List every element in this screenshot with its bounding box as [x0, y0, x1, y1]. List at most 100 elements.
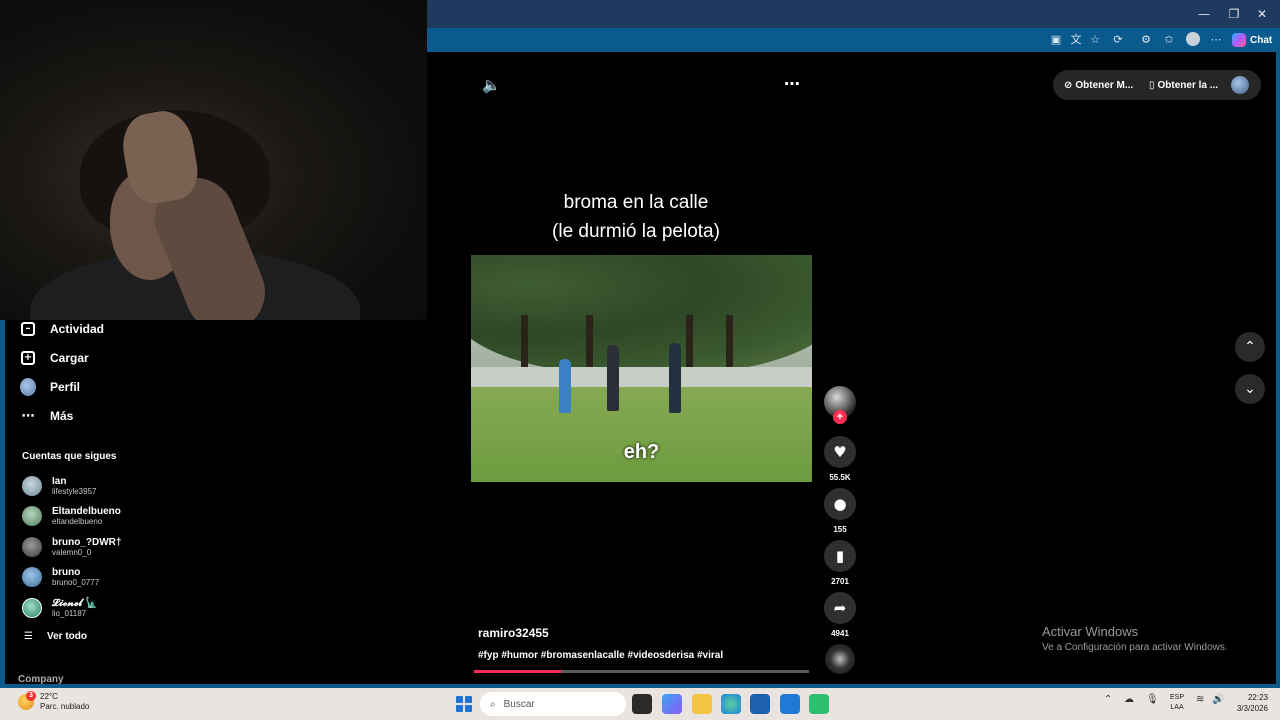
heart-icon: ♥: [833, 443, 847, 461]
chevron-up-icon[interactable]: ⌃: [1104, 694, 1112, 705]
coin-icon: ⊘: [1064, 79, 1073, 91]
avatar: [22, 598, 42, 618]
account-username: bruno0_0777: [52, 577, 100, 587]
notification-badge: 3: [26, 691, 36, 701]
start-icon[interactable]: [456, 696, 472, 712]
edge-icon[interactable]: [721, 694, 741, 714]
store-icon[interactable]: [750, 694, 770, 714]
more-options-icon[interactable]: ⋯: [782, 74, 802, 93]
bookmark-icon: ▮: [835, 547, 845, 565]
video-frame[interactable]: eh?: [471, 255, 812, 482]
split-screen-icon[interactable]: ▣: [1048, 32, 1064, 48]
following-account[interactable]: 𝓛𝓲𝓸𝓷𝓮𝓵 🗽 lio_01187: [22, 596, 98, 620]
get-coins-button[interactable]: ⊘ Obtener M...: [1064, 78, 1133, 92]
settings-more-icon[interactable]: ⋯: [1208, 32, 1224, 48]
video-scene-person: [559, 359, 571, 413]
clock-time: 22:23: [1247, 693, 1268, 702]
task-view-icon[interactable]: [632, 694, 652, 714]
sidebar-item-profile[interactable]: Perfil: [20, 377, 80, 397]
user-avatar[interactable]: [1231, 76, 1249, 94]
system-clock[interactable]: 22:23 3/3/2026: [1232, 692, 1268, 714]
copilot-app-icon[interactable]: [662, 694, 682, 714]
following-account[interactable]: Eltandelbueno eltandelbueno: [22, 504, 121, 528]
weather-icon: 3: [18, 691, 36, 710]
comment-button[interactable]: ●: [824, 488, 856, 520]
next-video-button[interactable]: ⌄: [1235, 374, 1265, 404]
favorite-star-icon[interactable]: ☆: [1087, 32, 1103, 48]
account-name: bruno_?DWR†: [52, 536, 122, 548]
translate-icon[interactable]: 文: [1068, 32, 1084, 48]
weather-text: Parc. nublado: [40, 702, 90, 711]
minimize-icon[interactable]: —: [1196, 6, 1212, 22]
account-name: Ian: [52, 475, 67, 487]
favorites-icon[interactable]: ✩: [1161, 32, 1177, 48]
previous-video-button[interactable]: ⌃: [1235, 332, 1265, 362]
phone-icon: ▯: [1149, 79, 1155, 91]
sidebar-item-label: Más: [50, 409, 74, 423]
close-icon[interactable]: ✕: [1254, 6, 1270, 22]
browser-profile-avatar[interactable]: [1186, 32, 1200, 46]
following-account[interactable]: bruno bruno0_0777: [22, 565, 99, 589]
copilot-chat-button[interactable]: Chat: [1232, 31, 1272, 49]
save-count: 2701: [831, 577, 849, 586]
weather-widget[interactable]: 3 22°C Parc. nublado: [18, 691, 90, 712]
share-icon: ➦: [833, 599, 847, 617]
input-language[interactable]: ESP LAA: [1170, 693, 1184, 713]
sidebar-item-upload[interactable]: + Cargar: [20, 348, 89, 368]
following-section-title: Cuentas que sigues: [22, 451, 117, 462]
windows-taskbar: 3 22°C Parc. nublado ⌕ Buscar ⌃ ☁ 🎙 ESP …: [0, 688, 1280, 720]
save-button[interactable]: ▮: [824, 540, 856, 572]
sidebar-item-label: Cargar: [50, 351, 89, 365]
like-count: 55.5K: [829, 473, 851, 482]
sidebar-item-more[interactable]: ⋯ Más: [20, 406, 74, 426]
chat-label: Chat: [1250, 34, 1273, 46]
extensions-icon[interactable]: ⚙: [1138, 32, 1154, 48]
windows-activation-watermark: Activar Windows Ve a Configuración para …: [1042, 624, 1228, 653]
upload-icon: +: [20, 350, 36, 366]
comment-count: 155: [833, 525, 847, 534]
file-explorer-icon[interactable]: [692, 694, 712, 714]
outlook-icon[interactable]: [780, 694, 800, 714]
avatar: [22, 506, 42, 526]
list-icon: ☰: [24, 631, 33, 642]
video-author[interactable]: ramiro32455: [478, 626, 549, 640]
music-disc-icon[interactable]: [825, 644, 855, 674]
like-button[interactable]: ♥: [824, 436, 856, 468]
video-scene-person: [607, 345, 619, 411]
video-scene-person: [669, 343, 681, 413]
refresh-icon[interactable]: ⟳: [1110, 32, 1126, 48]
account-name: Eltandelbueno: [52, 505, 121, 517]
volume-icon[interactable]: 🔈: [482, 76, 501, 94]
speaker-icon[interactable]: 🔊: [1212, 694, 1224, 705]
account-name: bruno: [52, 566, 81, 578]
taskbar-search[interactable]: ⌕ Buscar: [480, 692, 626, 716]
webcam-overlay: [0, 0, 427, 320]
maximize-icon[interactable]: ❐: [1226, 6, 1242, 22]
avatar: [22, 537, 42, 557]
watermark-subtitle: Ve a Configuración para activar Windows.: [1042, 642, 1228, 653]
footer-company-link[interactable]: Company: [18, 674, 64, 685]
account-name: 𝓛𝓲𝓸𝓷𝓮𝓵 🗽: [52, 597, 98, 609]
account-username: eltandelbueno: [52, 516, 103, 526]
follow-plus-button[interactable]: +: [833, 410, 847, 424]
onedrive-icon[interactable]: ☁: [1124, 694, 1134, 705]
video-progress-bar[interactable]: [474, 670, 809, 673]
see-all-button[interactable]: ☰ Ver todo: [24, 631, 87, 642]
watermark-title: Activar Windows: [1042, 624, 1139, 639]
chevron-down-icon: ⌄: [1244, 381, 1256, 397]
search-icon: ⌕: [490, 698, 496, 710]
video-hashtags[interactable]: #fyp #humor #bromasenlacalle #videosderi…: [478, 650, 723, 661]
sidebar-item-activity[interactable]: – Actividad: [20, 319, 104, 339]
app-icon[interactable]: [809, 694, 829, 714]
share-button[interactable]: ➦: [824, 592, 856, 624]
following-account[interactable]: bruno_?DWR† valemn0_0: [22, 535, 121, 559]
wifi-icon[interactable]: ≋: [1196, 694, 1204, 705]
get-app-button[interactable]: ▯ Obtener la ...: [1149, 78, 1218, 92]
chevron-up-icon: ⌃: [1244, 339, 1256, 355]
get-app-label: Obtener la ...: [1157, 79, 1219, 91]
following-account[interactable]: Ian lifestyle3957: [22, 474, 96, 498]
account-username: valemn0_0: [52, 547, 92, 557]
video-progress-fill: [474, 670, 562, 673]
sidebar-item-label: Perfil: [50, 380, 81, 394]
microphone-icon[interactable]: 🎙: [1146, 694, 1159, 705]
